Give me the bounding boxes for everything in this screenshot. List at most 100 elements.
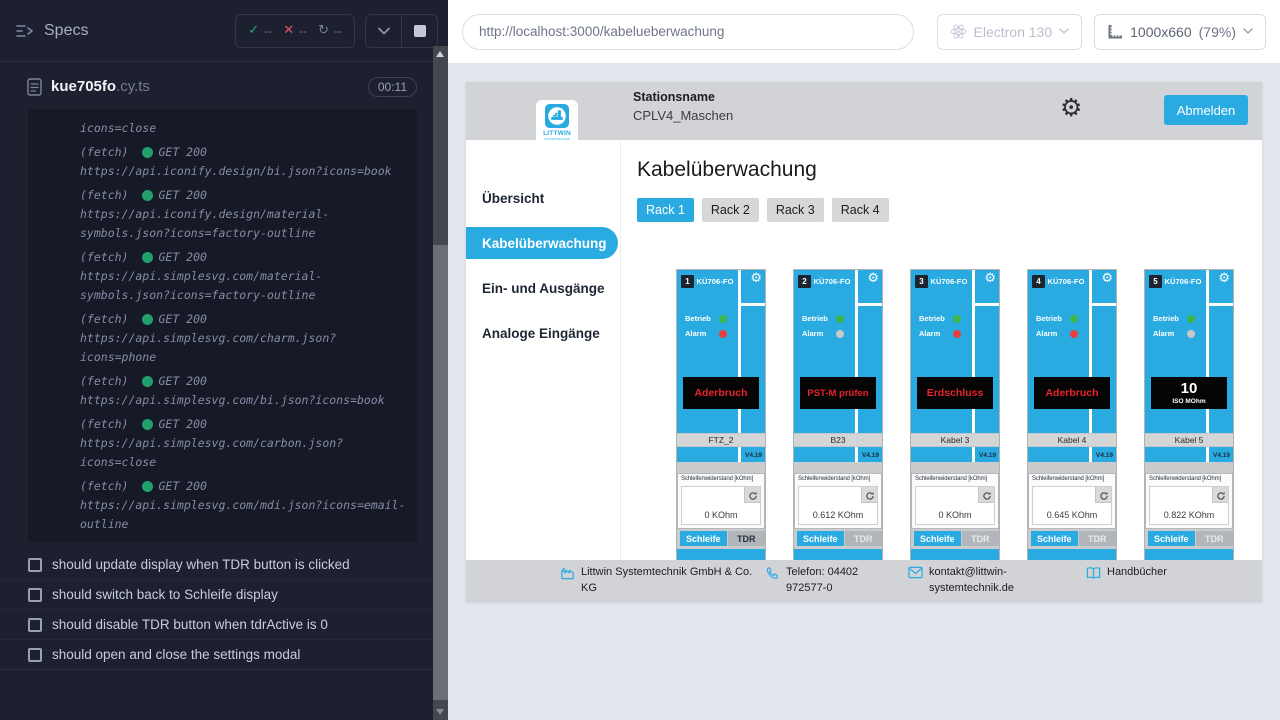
- status-dot-icon: [142, 481, 153, 492]
- status-dot-icon: [142, 190, 153, 201]
- panel-scrollbar[interactable]: [433, 46, 448, 720]
- url-input[interactable]: [462, 14, 914, 50]
- refresh-button[interactable]: [861, 487, 877, 503]
- footer-phone-text[interactable]: Telefon: 04402 972577-0: [786, 565, 898, 597]
- ruler-icon: [1107, 24, 1123, 40]
- operation-led: [836, 315, 844, 323]
- test-item[interactable]: should disable TDR button when tdrActive…: [0, 609, 448, 639]
- sidebar-item-analoge-eingaenge[interactable]: Analoge Eingänge: [466, 317, 620, 349]
- sidebar-item-uebersicht[interactable]: Übersicht: [466, 182, 620, 214]
- refresh-button[interactable]: [1212, 487, 1228, 503]
- measure-value: 0.822 KOhm: [1150, 510, 1228, 520]
- footer-email-text[interactable]: kontakt@littwin-systemtechnik.de: [929, 565, 1019, 597]
- log-status: GET 200: [158, 186, 206, 205]
- firmware-version: V4.19: [862, 452, 879, 459]
- spec-file-row[interactable]: kue705fo.cy.ts 00:11: [0, 62, 448, 107]
- sidebar-item-ein-und-ausgaenge[interactable]: Ein- und Ausgänge: [466, 272, 620, 304]
- device-gear-icon[interactable]: ⚙: [984, 272, 996, 285]
- log-url: https://api.simplesvg.com/carbon.json?ic…: [80, 434, 407, 472]
- tdr-button[interactable]: TDR: [1079, 531, 1116, 546]
- collapse-button[interactable]: [366, 15, 401, 47]
- measure-display: 0.822 KOhm: [1149, 486, 1229, 525]
- measure-label: Schleifenwiderstand [kOhm]: [912, 474, 998, 482]
- card-divider: [975, 303, 999, 306]
- refresh-icon: [1216, 491, 1226, 501]
- log-entry: (fetch)GET 200 https://api.simplesvg.com…: [80, 415, 407, 472]
- led-block: Betrieb Alarm: [919, 311, 961, 341]
- chevron-down-icon: [378, 27, 390, 35]
- log-status: GET 200: [158, 310, 206, 329]
- tab-rack-1[interactable]: Rack 1: [637, 198, 694, 222]
- browser-select[interactable]: Electron 130: [937, 14, 1083, 50]
- app-sidebar: Übersicht Kabelüberwachung Ein- und Ausg…: [466, 140, 621, 602]
- log-entry: (fetch)GET 200 https://api.simplesvg.com…: [80, 372, 407, 410]
- refresh-button[interactable]: [1095, 487, 1111, 503]
- measure-display: 0.612 KOhm: [798, 486, 878, 525]
- screen: Specs ✓-- ✕-- ↻-- k: [0, 0, 1280, 720]
- card-divider: [741, 303, 765, 306]
- log-source: (fetch): [80, 248, 128, 267]
- footer-email: kontakt@littwin-systemtechnik.de: [908, 565, 1019, 597]
- schleife-button[interactable]: Schleife: [1148, 531, 1195, 546]
- alarm-label: Alarm: [802, 329, 830, 338]
- led-block: Betrieb Alarm: [802, 311, 844, 341]
- device-gear-icon[interactable]: ⚙: [1101, 272, 1113, 285]
- schleife-button[interactable]: Schleife: [914, 531, 961, 546]
- status-dot-icon: [142, 252, 153, 263]
- test-item[interactable]: should switch back to Schleife display: [0, 579, 448, 609]
- device-card-2: 2 KÜ706-FO ⚙ Betrieb Alarm PST-M prüfen …: [793, 269, 883, 581]
- settings-gear-icon[interactable]: ⚙: [1060, 95, 1082, 120]
- logout-button[interactable]: Abmelden: [1164, 95, 1248, 125]
- test-item[interactable]: should update display when TDR button is…: [0, 550, 448, 579]
- operation-label: Betrieb: [685, 314, 713, 323]
- command-log[interactable]: icons=close (fetch)GET 200 https://api.i…: [28, 109, 417, 542]
- measure-display: 0 KOhm: [915, 486, 995, 525]
- specs-toggle[interactable]: Specs: [16, 22, 88, 40]
- test-item[interactable]: should open and close the settings modal: [0, 639, 448, 669]
- tdr-button[interactable]: TDR: [728, 531, 765, 546]
- app-main: Kabelüberwachung Rack 1 Rack 2 Rack 3 Ra…: [621, 140, 1262, 602]
- stop-icon: [414, 25, 426, 37]
- scroll-down-arrow-icon[interactable]: [436, 709, 444, 715]
- refresh-button[interactable]: [744, 487, 760, 503]
- measure-value: 0.612 KOhm: [799, 510, 877, 520]
- footer-manuals[interactable]: Handbücher: [1086, 565, 1167, 581]
- tdr-button[interactable]: TDR: [1196, 531, 1233, 546]
- tdr-button[interactable]: TDR: [845, 531, 882, 546]
- alarm-led: [836, 330, 844, 338]
- electron-icon: [950, 23, 967, 40]
- refresh-button[interactable]: [978, 487, 994, 503]
- book-icon: [1086, 566, 1101, 580]
- log-source: (fetch): [80, 477, 128, 496]
- tdr-button[interactable]: TDR: [962, 531, 999, 546]
- viewport-select[interactable]: 1000x660 (79%): [1094, 14, 1266, 50]
- tab-rack-2[interactable]: Rack 2: [702, 198, 759, 222]
- device-card-3: 3 KÜ706-FO ⚙ Betrieb Alarm Erdschluss Ka…: [910, 269, 1000, 581]
- schleife-button[interactable]: Schleife: [680, 531, 727, 546]
- littwin-logo: LITTWIN SYSTEMTECHNIK: [536, 100, 578, 150]
- app-footer: Littwin Systemtechnik GmbH & Co. KG Tele…: [466, 560, 1262, 602]
- x-icon: ✕: [283, 23, 294, 38]
- tab-rack-4[interactable]: Rack 4: [832, 198, 889, 222]
- status-dot-icon: [142, 147, 153, 158]
- device-gear-icon[interactable]: ⚙: [867, 272, 879, 285]
- phone-icon: [766, 566, 780, 580]
- device-gear-icon[interactable]: ⚙: [750, 272, 762, 285]
- schleife-button[interactable]: Schleife: [797, 531, 844, 546]
- refresh-icon: [748, 491, 758, 501]
- card-divider: [858, 303, 882, 306]
- status-display: Aderbruch: [1034, 377, 1110, 409]
- stop-button[interactable]: [401, 15, 437, 47]
- specs-list-icon: [16, 24, 34, 38]
- tab-rack-3[interactable]: Rack 3: [767, 198, 824, 222]
- schleife-button[interactable]: Schleife: [1031, 531, 1078, 546]
- sidebar-item-kabelueberwachung[interactable]: Kabelüberwachung: [466, 227, 618, 259]
- scroll-up-arrow-icon[interactable]: [436, 51, 444, 57]
- app-under-test: LITTWIN SYSTEMTECHNIK Stationsname CPLV4…: [466, 82, 1262, 602]
- footer-phone: Telefon: 04402 972577-0: [766, 565, 898, 597]
- scrollbar-thumb[interactable]: [433, 245, 448, 700]
- led-block: Betrieb Alarm: [1153, 311, 1195, 341]
- device-gear-icon[interactable]: ⚙: [1218, 272, 1230, 285]
- page-title: Kabelüberwachung: [637, 158, 1262, 182]
- chevron-down-icon: [1243, 28, 1253, 35]
